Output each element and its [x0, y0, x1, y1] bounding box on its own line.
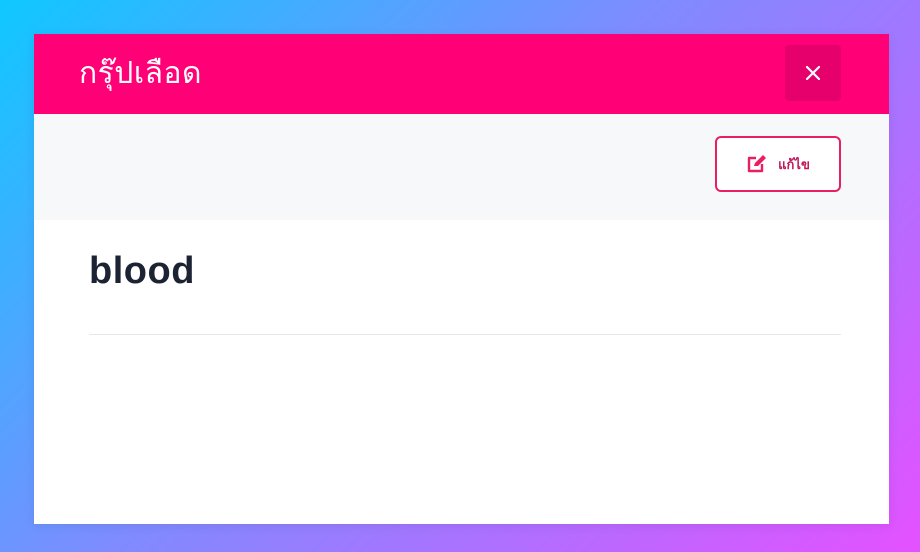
divider — [89, 334, 841, 335]
modal-toolbar: แก้ไข — [34, 114, 889, 220]
modal-title: กรุ๊ปเลือด — [79, 56, 202, 91]
close-icon — [805, 65, 821, 81]
modal-header: กรุ๊ปเลือด — [34, 34, 889, 114]
blood-group-value: blood — [89, 250, 195, 292]
edit-button[interactable]: แก้ไข — [715, 136, 841, 192]
edit-icon — [747, 155, 767, 173]
close-button[interactable] — [785, 45, 841, 101]
edit-button-label: แก้ไข — [778, 157, 810, 173]
blood-group-modal: กรุ๊ปเลือด แก้ไข blood — [34, 34, 889, 524]
